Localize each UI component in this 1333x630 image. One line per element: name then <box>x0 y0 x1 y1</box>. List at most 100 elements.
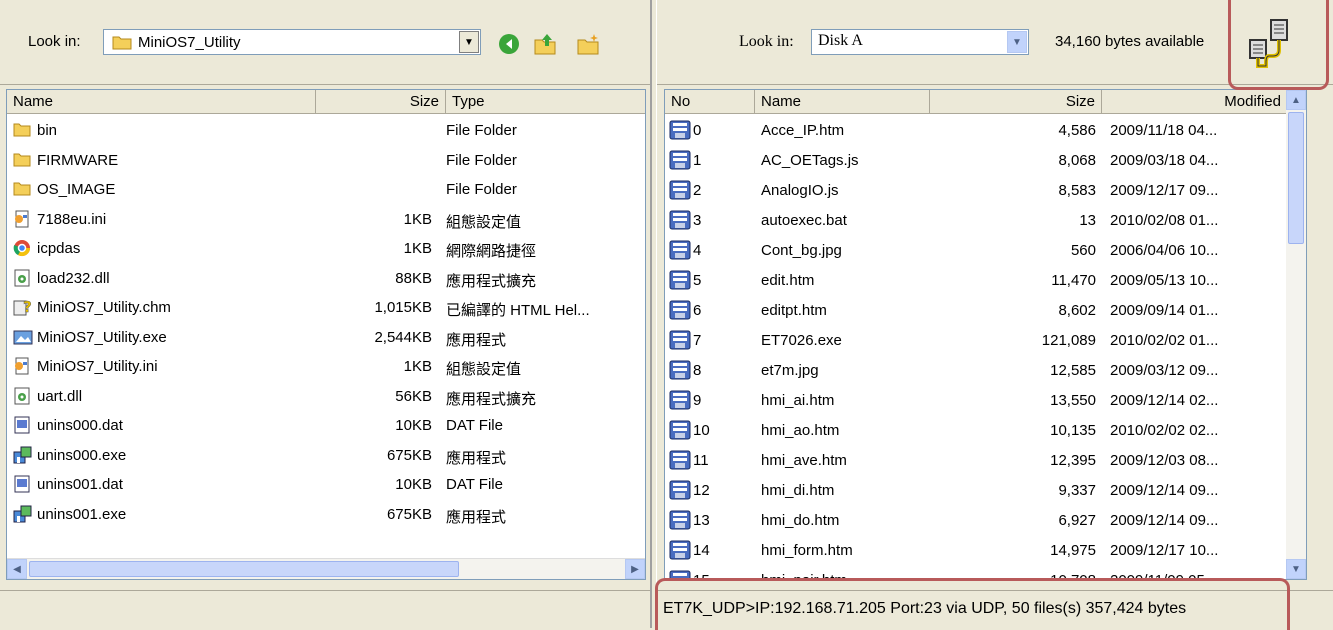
chevron-down-icon[interactable]: ▼ <box>459 31 479 53</box>
table-row[interactable]: 1 AC_OETags.js 8,068 2009/03/18 04... <box>665 146 1288 175</box>
file-size: 8,602 <box>1058 302 1096 319</box>
file-name: 7188eu.ini <box>37 210 107 228</box>
file-type: 組態設定值 <box>446 213 522 231</box>
local-toolbar: Look in: MiniOS7_Utility ▼ <box>0 0 650 85</box>
column-header-size[interactable]: Size <box>316 90 446 114</box>
file-size: 12,585 <box>1050 362 1096 379</box>
local-lookin-value: MiniOS7_Utility <box>138 34 241 51</box>
file-modified: 2009/12/14 09... <box>1110 482 1219 499</box>
column-header-type[interactable]: Type <box>446 90 645 114</box>
dat-icon <box>13 475 31 493</box>
disk-file-icon <box>669 209 691 230</box>
file-type: 應用程式擴充 <box>446 272 537 290</box>
scrollbar-thumb[interactable] <box>29 561 459 577</box>
table-row[interactable]: 14 hmi_form.htm 14,975 2009/12/17 10... <box>665 536 1288 565</box>
file-name: bin <box>37 122 58 139</box>
column-header-size[interactable]: Size <box>930 90 1102 114</box>
table-row[interactable]: MiniOS7_Utility.exe 2,544KB 應用程式 <box>7 323 645 352</box>
file-number: 14 <box>693 542 710 559</box>
file-size: 9,337 <box>1058 482 1096 499</box>
file-name: hmi_ao.htm <box>761 422 840 439</box>
file-size: 8,583 <box>1058 182 1096 199</box>
remote-lookin-label: Look in: <box>739 33 794 50</box>
table-row[interactable]: uart.dll 56KB 應用程式擴充 <box>7 382 645 411</box>
file-modified: 2010/02/08 01... <box>1110 212 1219 229</box>
vertical-scrollbar[interactable]: ▲ ▼ <box>1286 90 1306 579</box>
local-status-bar <box>0 590 650 628</box>
table-row[interactable]: 9 hmi_ai.htm 13,550 2009/12/14 02... <box>665 386 1288 415</box>
table-row[interactable]: unins001.exe 675KB 應用程式 <box>7 500 645 529</box>
disk-file-icon <box>669 419 691 440</box>
dat-icon <box>13 416 31 434</box>
table-row[interactable]: FIRMWARE File Folder <box>7 146 645 175</box>
file-name: et7m.jpg <box>761 362 819 379</box>
file-size: 2,544KB <box>374 328 432 346</box>
local-file-list[interactable]: Name Size Type bin File Folder FIRMWARE Fil… <box>6 89 646 580</box>
table-row[interactable]: 7 ET7026.exe 121,089 2010/02/02 01... <box>665 326 1288 355</box>
table-row[interactable]: unins000.dat 10KB DAT File <box>7 411 645 440</box>
file-size: 121,089 <box>1041 332 1096 349</box>
column-header-no[interactable]: No <box>665 90 755 114</box>
table-row[interactable]: MiniOS7_Utility.ini 1KB 組態設定值 <box>7 352 645 381</box>
folder-icon <box>112 36 132 50</box>
disk-file-icon <box>669 119 691 140</box>
column-header-name[interactable]: Name <box>7 90 316 114</box>
scroll-up-icon[interactable]: ▲ <box>1286 90 1306 110</box>
table-row[interactable]: 6 editpt.htm 8,602 2009/09/14 01... <box>665 296 1288 325</box>
table-row[interactable]: 0 Acce_IP.htm 4,586 2009/11/18 04... <box>665 116 1288 145</box>
file-modified: 2009/03/12 09... <box>1110 362 1219 379</box>
column-header-modified[interactable]: Modified <box>1102 90 1288 114</box>
table-row[interactable]: 12 hmi_di.htm 9,337 2009/12/14 09... <box>665 476 1288 505</box>
file-type: 應用程式 <box>446 508 507 526</box>
file-number: 11 <box>693 452 709 469</box>
disk-file-icon <box>669 359 691 380</box>
table-row[interactable]: 13 hmi_do.htm 6,927 2009/12/14 09... <box>665 506 1288 535</box>
folder-icon <box>13 180 31 198</box>
file-number: 9 <box>693 392 702 409</box>
table-row[interactable]: 3 autoexec.bat 13 2010/02/08 01... <box>665 206 1288 235</box>
bytes-available: 34,160 bytes available <box>1055 33 1205 50</box>
file-size: 1,015KB <box>374 299 432 316</box>
up-folder-icon[interactable] <box>533 32 557 56</box>
table-row[interactable]: unins001.dat 10KB DAT File <box>7 470 645 499</box>
table-row[interactable]: bin File Folder <box>7 116 645 145</box>
file-modified: 2009/09/14 01... <box>1110 302 1219 319</box>
chevron-down-icon[interactable]: ▼ <box>1007 31 1027 53</box>
back-arrow-icon[interactable] <box>497 32 521 56</box>
scrollbar-thumb[interactable] <box>1288 112 1304 244</box>
table-row[interactable]: load232.dll 88KB 應用程式擴充 <box>7 264 645 293</box>
scroll-down-icon[interactable]: ▼ <box>1286 559 1306 579</box>
file-number: 5 <box>693 272 702 289</box>
new-folder-icon[interactable] <box>576 32 600 56</box>
file-size: 8,068 <box>1058 152 1096 169</box>
table-row[interactable]: 5 edit.htm 11,470 2009/05/13 10... <box>665 266 1288 295</box>
file-size: 13,550 <box>1050 392 1096 409</box>
scroll-left-icon[interactable]: ◀ <box>7 559 27 579</box>
table-row[interactable]: unins000.exe 675KB 應用程式 <box>7 441 645 470</box>
disk-file-icon <box>669 269 691 290</box>
local-lookin-combo[interactable]: MiniOS7_Utility ▼ <box>103 29 481 55</box>
scroll-right-icon[interactable]: ▶ <box>625 559 645 579</box>
table-row[interactable]: ? MiniOS7_Utility.chm 1,015KB 已編譯的 HTML Hel… <box>7 293 645 322</box>
file-name: FIRMWARE <box>37 151 119 169</box>
table-row[interactable]: 4 Cont_bg.jpg 560 2006/04/06 10... <box>665 236 1288 265</box>
table-row[interactable]: 2 AnalogIO.js 8,583 2009/12/17 09... <box>665 176 1288 205</box>
remote-lookin-combo[interactable]: Disk A ▼ <box>811 29 1029 55</box>
file-name: unins000.dat <box>37 417 123 434</box>
file-name: OS_IMAGE <box>37 181 116 198</box>
file-name: uart.dll <box>37 387 83 405</box>
horizontal-scrollbar[interactable]: ◀ ▶ <box>7 558 645 579</box>
remote-file-list[interactable]: No Name Size Modified 0 Acce_IP.htm 4,586 2… <box>664 89 1307 580</box>
table-row[interactable]: 8 et7m.jpg 12,585 2009/03/12 09... <box>665 356 1288 385</box>
file-type: 網際網路捷徑 <box>446 243 537 260</box>
table-row[interactable]: 11 hmi_ave.htm 12,395 2009/12/03 08... <box>665 446 1288 475</box>
table-row[interactable]: 10 hmi_ao.htm 10,135 2010/02/02 02... <box>665 416 1288 445</box>
file-type: 組態設定值 <box>446 361 522 378</box>
file-number: 4 <box>693 242 702 259</box>
file-name: unins001.exe <box>37 505 127 523</box>
column-header-name[interactable]: Name <box>755 90 930 114</box>
table-row[interactable]: 7188eu.ini 1KB 組態設定值 <box>7 205 645 234</box>
table-row[interactable]: OS_IMAGE File Folder <box>7 175 645 204</box>
table-row[interactable]: icpdas 1KB 網際網路捷徑 <box>7 234 645 263</box>
help-icon: ? <box>13 298 32 316</box>
